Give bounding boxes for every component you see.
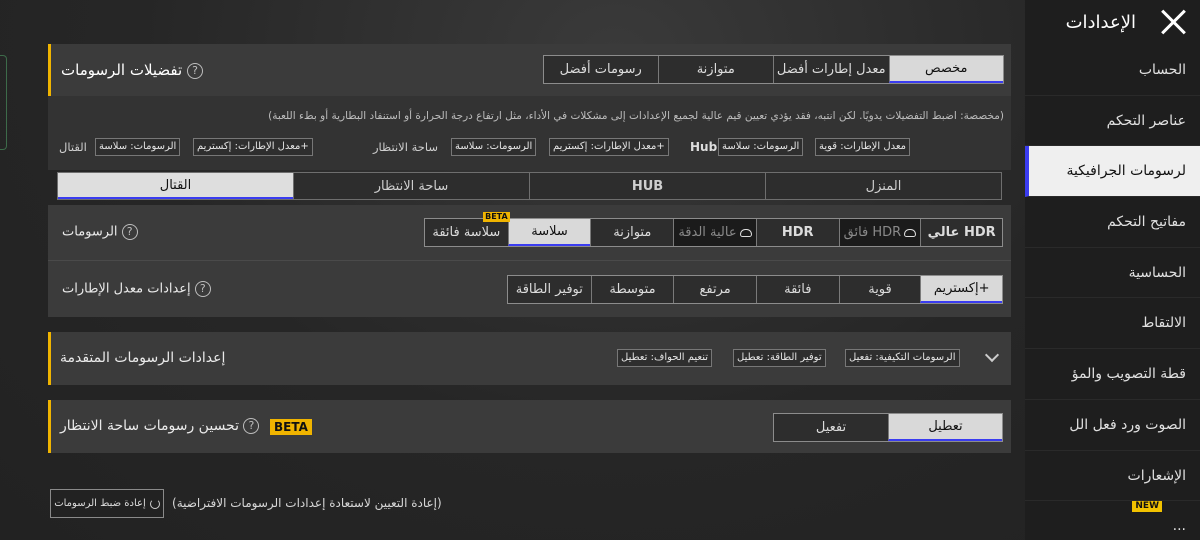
advanced-tag-power: توفير الطاقة: تعطيل [733,349,826,367]
sidebar-item-pickup[interactable]: الالتقاط [1025,298,1200,350]
graphics-option-hdr-ultra[interactable]: فائق HDR [838,219,921,246]
new-badge: NEW [1132,501,1162,513]
sidebar-item-label: لرسومات الجرافيكية [1066,163,1186,180]
fps-option-medium[interactable]: متوسطة [590,276,674,303]
help-icon[interactable]: ? [121,224,138,240]
sidebar-item-keys[interactable]: مفاتيح التحكم [1025,197,1200,248]
mode-tabs: المنزل HUB ساحة الانتظار القتال [57,172,1002,200]
sidebar-item-sensitivity[interactable]: الحساسية [1025,248,1200,299]
lobby-enhance-segmented: تعطيل تفعيل [773,413,1003,442]
option-label: سلاسة فائقة [432,225,501,240]
help-icon[interactable]: ? [194,281,211,297]
sidebar-title: الإعدادات [1065,12,1136,33]
sidebar-item-crosshair[interactable]: قطة التصويب والمؤ [1025,349,1200,400]
tab-home[interactable]: المنزل [765,173,1001,199]
advanced-tag-aa: تنعيم الحواف: تعطيل [617,349,713,367]
prefs-title-wrap: تفضيلات الرسومات ? [61,61,203,79]
sidebar-item-label: قطة التصويب والمؤ [1071,366,1186,383]
beta-badge: BETA [270,419,312,435]
sidebar-item-label: الحساسية [1128,264,1186,281]
graphics-segmented: عالي HDR فائق HDR HDR عالية الدقة متوازن… [424,212,1003,247]
help-icon[interactable]: ? [243,418,260,434]
graphics-label: الرسومات [62,224,118,240]
fps-option-power-save[interactable]: توفير الطاقة [507,276,591,303]
prefs-option-fps[interactable]: معدل إطارات أفضل [773,56,889,83]
prefs-option-quality[interactable]: رسومات أفضل [544,56,658,83]
hub-gfx-tag: الرسومات: سلاسة [718,138,804,156]
sidebar-item-label: الحساب [1138,62,1186,78]
sidebar-item-controls[interactable]: عناصر التحكم [1025,96,1200,147]
sidebar-header: الإعدادات [1025,0,1200,45]
prefs-note: (مخصصة: اضبط التفضيلات يدويًا. لكن انتبه… [268,110,1004,122]
beta-tag: BETA [483,212,510,222]
sidebar-item-account[interactable]: الحساب [1025,45,1200,96]
combat-fps-tag: معدل الإطارات: إكستريم+ [193,138,313,156]
lobby-enhance-title-wrap: تحسين رسومات ساحة الانتظار ? [60,418,260,434]
sidebar-item-label: الالتقاط [1141,315,1186,332]
lobby-enhance-option-on[interactable]: تفعيل [774,414,888,441]
graphics-option-hdr[interactable]: HDR [755,219,839,246]
sidebar-item-label: الإشعارات [1127,467,1186,484]
sidebar-item-audio[interactable]: الصوت ورد فعل الل [1025,400,1200,451]
fps-option-high[interactable]: مرتفع [673,276,756,303]
reset-graphics-button[interactable]: إعادة ضبط الرسومات [50,489,164,518]
sidebar-list: الحساب عناصر التحكم لرسومات الجرافيكية م… [1025,45,1200,540]
help-icon[interactable]: ? [186,62,203,79]
sidebar-item-graphics[interactable]: لرسومات الجرافيكية [1025,146,1200,198]
prefs-title: تفضيلات الرسومات [61,61,183,79]
cloud-download-icon [739,228,752,237]
option-label: عالية الدقة [678,225,737,240]
sidebar-item-label: مفاتيح التحكم [1107,214,1186,231]
combat-gfx-tag: الرسومات: سلاسة [95,138,181,156]
hub-label: Hub [690,140,718,154]
sidebar-item-label: عناصر التحكم [1106,112,1186,129]
advanced-title: إعدادات الرسومات المتقدمة [60,350,226,366]
graphics-option-hdr-high[interactable]: عالي HDR [920,219,1002,246]
prefs-segmented: مخصص معدل إطارات أفضل متوازنة رسومات أفض… [543,55,1004,84]
cloud-download-icon [904,228,917,237]
sidebar-item-label: ... [1172,518,1186,535]
graphics-option-smooth[interactable]: سلاسة [507,219,591,246]
prefs-details-panel [48,96,1011,170]
sidebar-item-more[interactable]: NEW ... [1025,501,1200,540]
advanced-tag-adaptive: الرسومات التكيفية: تفعيل [845,349,960,367]
fps-option-strong[interactable]: قوية [838,276,921,303]
lobby-fps-tag: معدل الإطارات: إكستريم+ [549,138,669,156]
graphics-label-wrap: الرسومات ? [62,224,138,240]
lobby-enhance-title: تحسين رسومات ساحة الانتظار [60,418,239,434]
option-label: فائق HDR [843,225,902,240]
graphics-option-hd[interactable]: عالية الدقة [673,219,756,246]
sidebar-item-notifications[interactable]: الإشعارات [1025,451,1200,502]
tab-hub[interactable]: HUB [529,173,765,199]
reset-icon [149,498,160,509]
fps-option-extreme[interactable]: إكستريم+ [920,276,1002,303]
reset-description: (إعادة التعيين لاستعادة إعدادات الرسومات… [172,496,442,510]
close-icon[interactable] [1160,8,1188,36]
lobby-enhance-option-off[interactable]: تعطيل [888,414,1002,441]
reset-button-label: إعادة ضبط الرسومات [54,498,146,509]
left-edge-handle[interactable] [0,55,7,150]
tab-combat[interactable]: القتال [58,173,293,199]
fps-segmented: إكستريم+ قوية فائقة مرتفع متوسطة توفير ا… [507,275,1003,304]
graphics-option-balanced[interactable]: متوازنة [590,219,674,246]
tab-lobby[interactable]: ساحة الانتظار [293,173,529,199]
graphics-option-ultra-smooth[interactable]: سلاسة فائقة BETA [424,212,510,246]
lobby-gfx-tag: الرسومات: سلاسة [451,138,537,156]
combat-label: القتال [59,140,87,154]
fps-label: إعدادات معدل الإطارات [62,281,191,297]
prefs-option-custom[interactable]: مخصص [888,56,1003,83]
hub-fps-tag: معدل الإطارات: قوية [815,138,911,156]
lobby-label: ساحة الانتظار [373,140,438,154]
fps-option-ultra[interactable]: فائقة [755,276,839,303]
fps-label-wrap: إعدادات معدل الإطارات ? [62,281,211,297]
sidebar-item-label: الصوت ورد فعل الل [1069,416,1186,433]
settings-sidebar: الإعدادات الحساب عناصر التحكم لرسومات ال… [1025,0,1200,540]
prefs-option-balanced[interactable]: متوازنة [657,56,773,83]
